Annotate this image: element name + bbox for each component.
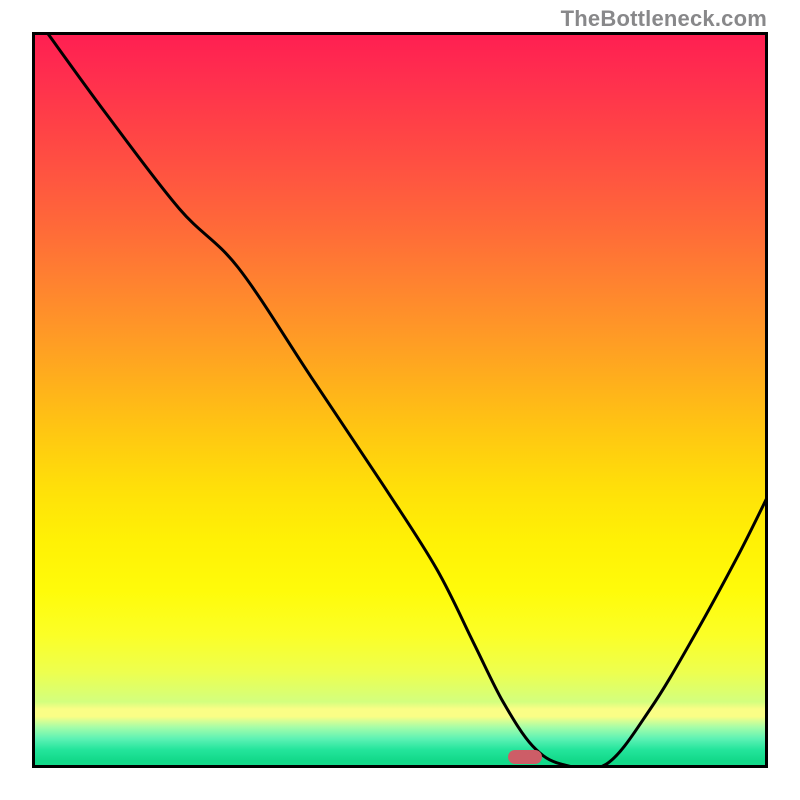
optimum-marker: [508, 750, 542, 764]
plot-area: [32, 32, 768, 768]
bottleneck-curve-path: [47, 32, 768, 768]
chart-frame: TheBottleneck.com: [0, 0, 800, 800]
watermark-text: TheBottleneck.com: [561, 6, 767, 32]
curve-svg: [32, 32, 768, 768]
